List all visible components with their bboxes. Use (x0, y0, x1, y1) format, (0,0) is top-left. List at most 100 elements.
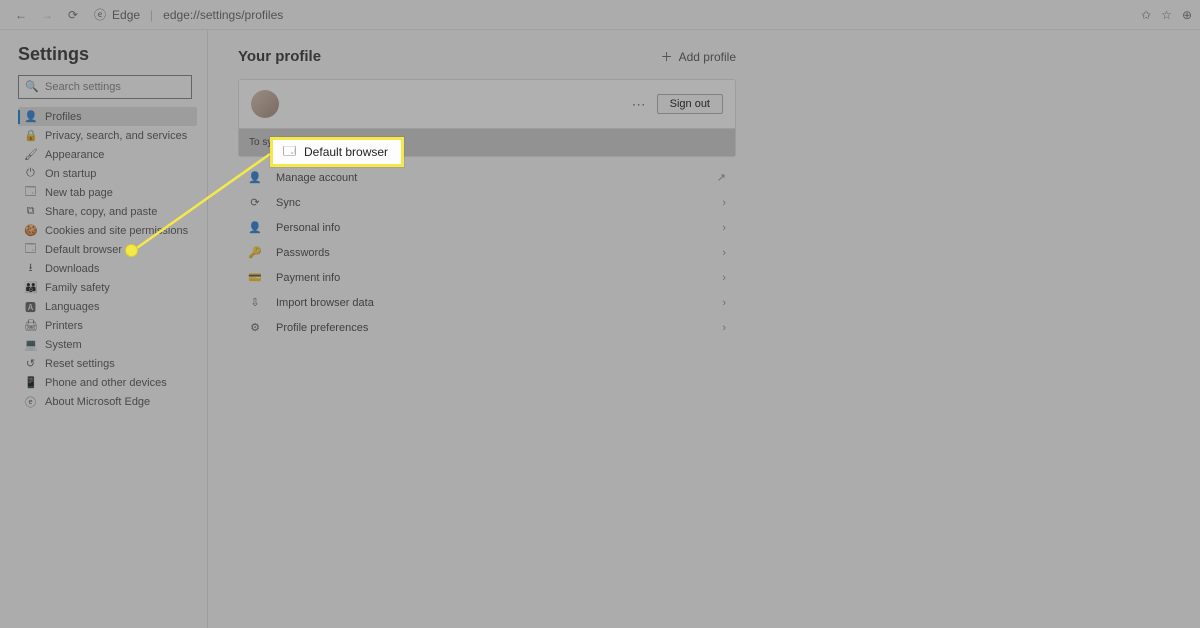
sidebar-item-privacy-search-and-services[interactable]: 🔒 Privacy, search, and services (18, 126, 197, 145)
nav-label: System (45, 339, 82, 351)
address-bar[interactable]: ⓔ Edge | edge://settings/profiles (94, 6, 283, 23)
forward-icon[interactable]: → (38, 8, 56, 22)
row-manage-account[interactable]: 👤 Manage account ↗ (238, 165, 736, 190)
sidebar-item-on-startup[interactable]: ⏻On startup (18, 164, 197, 183)
more-icon[interactable]: ⋯ (632, 96, 647, 113)
add-profile-button[interactable]: ＋ Add profile (661, 48, 736, 65)
callout-label: Default browser (304, 145, 388, 159)
tracking-icon[interactable]: ✩ (1141, 8, 1151, 22)
nav-icon: ⭳ (24, 259, 37, 278)
sidebar-item-printers[interactable]: 🖨 Printers (18, 316, 197, 335)
default-browser-callout[interactable]: 🗔 Default browser (270, 137, 404, 167)
sidebar-item-share-copy-and-paste[interactable]: ⧉ Share, copy, and paste (18, 202, 197, 221)
row-icon: 🔑 (248, 246, 262, 259)
sidebar-item-default-browser[interactable]: 🗔 Default browser (18, 240, 197, 259)
nav-icon: 👤 (24, 110, 37, 123)
nav-icon: ⓔ (24, 394, 37, 410)
row-icon: 💳 (248, 271, 262, 284)
chevron-right-icon: › (722, 272, 726, 284)
sidebar-item-family-safety[interactable]: 👪 Family safety (18, 278, 197, 297)
nav-label: Printers (45, 320, 83, 332)
sign-out-button[interactable]: Sign out (657, 94, 723, 114)
chevron-right-icon: ↗ (717, 171, 726, 184)
sidebar-item-appearance[interactable]: 🖌 Appearance (18, 145, 197, 164)
row-personal-info[interactable]: 👤Personal info› (238, 215, 736, 240)
row-label: Import browser data (276, 297, 374, 309)
nav-label: Appearance (45, 149, 104, 161)
sidebar-item-phone-and-other-devices[interactable]: 📱 Phone and other devices (18, 373, 197, 392)
nav-label: Languages (45, 301, 99, 313)
nav-label: Default browser (45, 244, 122, 256)
nav-label: Downloads (45, 263, 99, 275)
row-sync[interactable]: ⟳ Sync › (238, 190, 736, 215)
plus-icon: ＋ (661, 48, 673, 65)
sidebar-item-languages[interactable]: 🅰 Languages (18, 297, 197, 316)
url-text: edge://settings/profiles (163, 8, 283, 22)
favorite-icon[interactable]: ☆ (1161, 8, 1172, 22)
nav-label: On startup (45, 168, 96, 180)
back-icon[interactable]: ← (12, 8, 30, 22)
nav-icon: 🔒 (24, 129, 37, 142)
nav-icon: 📱 (24, 376, 37, 389)
row-icon: 👤 (248, 221, 262, 234)
search-input[interactable] (18, 75, 192, 99)
nav-icon: 🖌 (24, 148, 37, 161)
settings-sidebar: Settings 🔍 👤 Profiles 🔒 Privacy, search, an… (0, 30, 208, 628)
chevron-right-icon: › (722, 297, 726, 309)
nav-icon: 🗔 (24, 183, 37, 202)
nav-label: About Microsoft Edge (45, 396, 150, 408)
chevron-right-icon: › (722, 322, 726, 334)
add-profile-label: Add profile (679, 50, 736, 64)
row-label: Manage account (276, 172, 357, 184)
nav-icon: 👪 (24, 281, 37, 294)
sidebar-item-about-microsoft-edge[interactable]: ⓔ About Microsoft Edge (18, 392, 197, 411)
browser-toolbar: ← → ⟳ ⓔ Edge | edge://settings/profiles … (0, 0, 1200, 30)
chevron-right-icon: › (722, 197, 726, 209)
row-label: Sync (276, 197, 300, 209)
product-label: Edge (112, 8, 140, 22)
edge-logo-icon: ⓔ (94, 6, 106, 23)
nav-label: Share, copy, and paste (45, 206, 157, 218)
window-icon: 🗔 (283, 142, 296, 163)
row-label: Passwords (276, 247, 330, 259)
row-passwords[interactable]: 🔑 Passwords › (238, 240, 736, 265)
row-label: Payment info (276, 272, 340, 284)
row-icon: ⟳ (248, 196, 262, 209)
settings-title: Settings (18, 44, 197, 65)
nav-label: Cookies and site permissions (45, 225, 188, 237)
nav-icon: 🖨 (24, 319, 37, 332)
nav-label: Profiles (45, 111, 82, 123)
row-icon: 👤 (248, 171, 262, 184)
row-icon: ⚙ (248, 321, 262, 334)
nav-label: Reset settings (45, 358, 115, 370)
annotation-dot (125, 244, 138, 257)
row-payment-info[interactable]: 💳 Payment info › (238, 265, 736, 290)
nav-icon: ⧉ (24, 205, 37, 218)
sidebar-item-system[interactable]: 💻 System (18, 335, 197, 354)
nav-icon: 💻 (24, 338, 37, 351)
nav-label: Family safety (45, 282, 110, 294)
sidebar-item-reset-settings[interactable]: ↺ Reset settings (18, 354, 197, 373)
main-content: Your profile ＋ Add profile ⋯ Sign out To… (208, 30, 1200, 628)
nav-icon: 🗔 (24, 240, 37, 259)
nav-icon: ↺ (24, 357, 37, 370)
row-icon: ⇩ (248, 296, 262, 309)
avatar (251, 90, 279, 118)
sidebar-item-profiles[interactable]: 👤 Profiles (18, 107, 197, 126)
chevron-right-icon: › (722, 222, 726, 234)
refresh-icon[interactable]: ⟳ (64, 8, 82, 22)
nav-icon: 🅰 (24, 299, 37, 315)
nav-icon: 🍪 (24, 224, 37, 237)
sidebar-item-downloads[interactable]: ⭳ Downloads (18, 259, 197, 278)
nav-label: Phone and other devices (45, 377, 167, 389)
sidebar-item-new-tab-page[interactable]: 🗔 New tab page (18, 183, 197, 202)
sidebar-item-cookies-and-site-permissions[interactable]: 🍪 Cookies and site permissions (18, 221, 197, 240)
search-icon: 🔍 (25, 80, 39, 93)
chevron-right-icon: › (722, 247, 726, 259)
row-import-browser-data[interactable]: ⇩ Import browser data › (238, 290, 736, 315)
collections-icon[interactable]: ⊕ (1182, 8, 1192, 22)
row-profile-preferences[interactable]: ⚙Profile preferences› (238, 315, 736, 340)
nav-label: Privacy, search, and services (45, 130, 187, 142)
page-title: Your profile (238, 48, 321, 65)
nav-label: New tab page (45, 187, 113, 199)
